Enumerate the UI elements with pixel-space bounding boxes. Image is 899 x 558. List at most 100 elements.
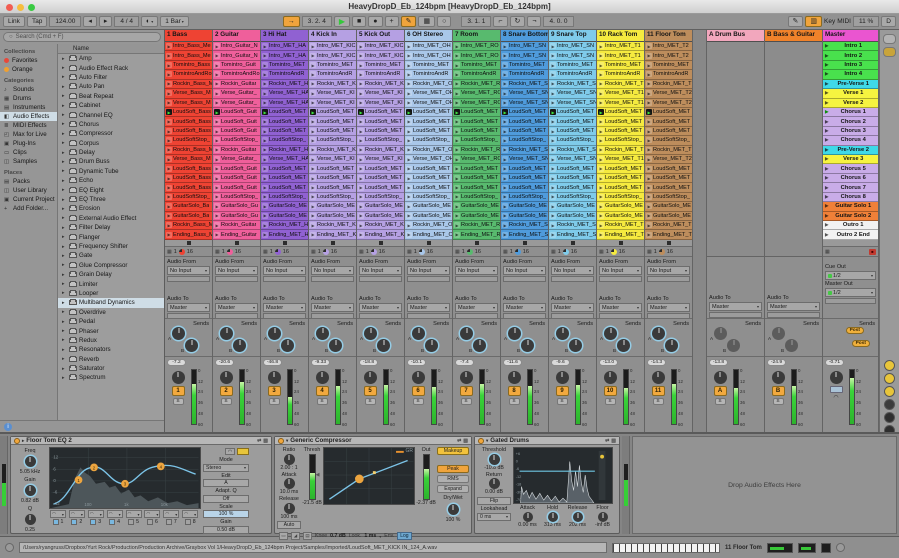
clip-slot[interactable]: ▶Tomintro_MET: [405, 61, 452, 70]
clip-launch-icon[interactable]: ▶: [166, 203, 172, 209]
clip-slot[interactable]: ▶GuitarSolo_Gu: [213, 212, 260, 221]
peak-mode-button[interactable]: Peak: [437, 465, 469, 473]
track-activator-button[interactable]: 6: [412, 386, 425, 396]
clip-launch-icon[interactable]: ▶: [358, 109, 364, 115]
gain-value[interactable]: 0.82 dB: [13, 498, 47, 505]
input-channel-select[interactable]: [215, 276, 258, 282]
browser-device-beat-repeat[interactable]: ▸Beat Repeat: [58, 92, 164, 101]
key-map-button[interactable]: Key: [824, 18, 835, 25]
q-knob[interactable]: [25, 514, 36, 525]
clip-slot[interactable]: ▶Verse_MET_RO: [453, 155, 500, 164]
clip-launch-icon[interactable]: ▶: [262, 185, 268, 191]
clip-launch-icon[interactable]: ▶: [598, 100, 604, 106]
clip-launch-icon[interactable]: ▶: [502, 194, 508, 200]
browser-device-grain-delay[interactable]: ▸Grain Delay: [58, 270, 164, 279]
clip-detail-toggle[interactable]: [883, 34, 896, 44]
band-enable-checkbox[interactable]: [53, 519, 59, 525]
pan-knob[interactable]: [714, 371, 727, 384]
send-b-knob[interactable]: [473, 339, 486, 352]
clip-launch-icon[interactable]: ▶: [310, 213, 316, 219]
show-mixer-toggle[interactable]: [884, 399, 895, 410]
track-header[interactable]: 1 Bass: [165, 30, 212, 42]
solo-button[interactable]: S: [605, 398, 616, 405]
clip-launch-icon[interactable]: ▶: [358, 147, 364, 153]
send-a-knob[interactable]: [220, 327, 233, 340]
clip-launch-icon[interactable]: ▶: [646, 222, 652, 228]
clip-launch-icon[interactable]: ▶: [598, 137, 604, 143]
pan-knob[interactable]: [220, 371, 233, 384]
clip-launch-icon[interactable]: ▶: [502, 119, 508, 125]
send-a-post-toggle[interactable]: Post: [846, 327, 864, 334]
send-b-knob[interactable]: [617, 339, 630, 352]
track-activator-button[interactable]: 9: [556, 386, 569, 396]
clip-slot[interactable]: ▶GuitarSolo_ME: [405, 202, 452, 211]
clip-launch-icon[interactable]: ▶: [214, 166, 220, 172]
clip-launch-icon[interactable]: ▶: [406, 203, 412, 209]
clip-launch-icon[interactable]: ▶: [550, 128, 556, 134]
clip-launch-icon[interactable]: ▶: [358, 175, 364, 181]
clip-launch-icon[interactable]: ▶: [214, 62, 220, 68]
expand-mode-button[interactable]: Expand: [437, 485, 469, 493]
solo-button[interactable]: S: [173, 398, 184, 405]
browser-device-redux[interactable]: ▸Redux: [58, 336, 164, 345]
clip-launch-icon[interactable]: ▶: [550, 222, 556, 228]
makeup-toggle[interactable]: Makeup: [437, 447, 469, 455]
clip-slot[interactable]: ▶Intro_MET_KIC: [357, 42, 404, 51]
scale-value[interactable]: 100 %: [203, 510, 249, 518]
clip-launch-icon[interactable]: ▶: [406, 119, 412, 125]
clip-launch-icon[interactable]: ▶: [358, 222, 364, 228]
clip-launch-icon[interactable]: ▶: [454, 203, 460, 209]
pan-knob[interactable]: [604, 371, 617, 384]
browser-device-limiter[interactable]: ▸Limiter: [58, 279, 164, 288]
audio-to-select[interactable]: Master▾: [647, 303, 690, 312]
sidebar-item-samples[interactable]: ◫Samples: [0, 157, 57, 166]
clip-launch-icon[interactable]: ▶: [550, 100, 556, 106]
browser-device-resonators[interactable]: ▸Resonators: [58, 345, 164, 354]
clip-launch-icon[interactable]: ▶: [454, 109, 460, 115]
clip-launch-icon[interactable]: ▶: [598, 232, 604, 238]
scene-slot[interactable]: ▶Intro 1: [823, 42, 878, 51]
expand-arrow-icon[interactable]: ▸: [62, 272, 67, 278]
clip-launch-icon[interactable]: ▶: [262, 203, 268, 209]
pan-knob[interactable]: [268, 371, 281, 384]
clip-slot[interactable]: ▶Verse_Bass_M: [165, 89, 212, 98]
clip-slot[interactable]: ▶Intro_MET_KIC: [309, 42, 356, 51]
clip-launch-icon[interactable]: ▶: [502, 109, 508, 115]
clip-slot[interactable]: ▶LoudSoft_MET: [309, 174, 356, 183]
clip-slot[interactable]: ▶LoudSoft_MET: [261, 108, 308, 117]
send-a-knob[interactable]: [772, 327, 785, 340]
browser-device-erosion[interactable]: ▸Erosion: [58, 204, 164, 213]
clip-launch-icon[interactable]: ▶: [550, 62, 556, 68]
send-b-knob[interactable]: [665, 339, 678, 352]
clip-slot[interactable]: ▶GuitarSolo_ME: [453, 212, 500, 221]
track-header[interactable]: 7 Room: [453, 30, 500, 42]
clip-launch-icon[interactable]: ▶: [310, 185, 316, 191]
browser-device-gate[interactable]: ▸Gate: [58, 251, 164, 260]
clip-launch-icon[interactable]: ▶: [214, 203, 220, 209]
clip-slot[interactable]: ▶LoudSoft_MET: [453, 108, 500, 117]
clip-launch-icon[interactable]: ▶: [262, 232, 268, 238]
clip-slot[interactable]: ▶Rockin_MET_K: [357, 146, 404, 155]
clip-launch-icon[interactable]: ▶: [502, 90, 508, 96]
clip-stop-button[interactable]: [619, 241, 623, 245]
solo-button[interactable]: S: [413, 398, 424, 405]
clip-slot[interactable]: ▶LoudSoft_MET: [549, 183, 596, 192]
clip-launch-icon[interactable]: ▶: [310, 156, 316, 162]
clip-slot[interactable]: ▶LoudSoft_MET: [309, 108, 356, 117]
scene-launch-icon[interactable]: ▶: [825, 194, 828, 200]
clip-slot[interactable]: ▶Ending_MET_K: [357, 230, 404, 239]
scene-slot[interactable]: ▶Intro 4: [823, 70, 878, 79]
clip-launch-icon[interactable]: ▶: [454, 175, 460, 181]
scene-launch-icon[interactable]: ▶: [825, 213, 828, 219]
clip-launch-icon[interactable]: ▶: [406, 128, 412, 134]
clip-launch-icon[interactable]: ▶: [214, 128, 220, 134]
audio-from-select[interactable]: No Input▾: [167, 266, 210, 275]
clip-launch-icon[interactable]: ▶: [358, 81, 364, 87]
volume-display[interactable]: -24.9: [767, 359, 786, 366]
clip-slot[interactable]: ▶Verse_MET_SN: [549, 89, 596, 98]
clip-slot[interactable]: ▶LoudSoft_MET: [261, 174, 308, 183]
knee-value[interactable]: 0.7 dB: [330, 533, 346, 539]
threshold-knob[interactable]: [489, 454, 500, 465]
scene-launch-icon[interactable]: ▶: [825, 100, 828, 106]
sidebar-item-audio-effects[interactable]: ◧Audio Effects: [0, 112, 57, 121]
